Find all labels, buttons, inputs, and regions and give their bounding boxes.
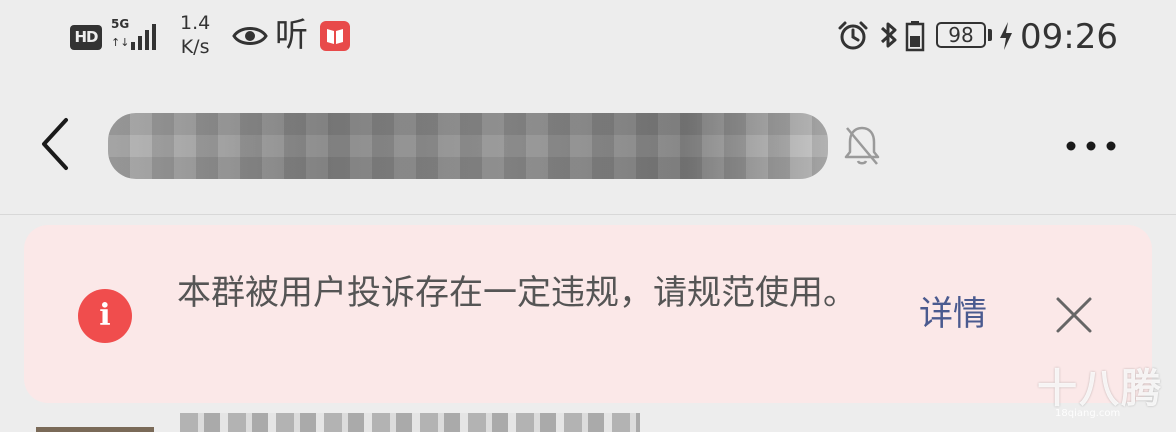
network-arrows: ↑↓ xyxy=(111,36,130,49)
chevron-left-icon xyxy=(42,118,68,170)
net-speed-unit: K/s xyxy=(180,36,210,58)
signal-icon xyxy=(131,24,156,50)
net-speed-value: 1.4 xyxy=(180,12,211,34)
net-speed: 1.4 K/s xyxy=(180,11,210,59)
battery-icon: 98 xyxy=(936,22,986,48)
status-bar: HD 5G ↑↓ 1.4 K/s 听 98 09:26 xyxy=(0,0,1176,76)
violation-message: 本群被用户投诉存在一定违规，请规范使用。 xyxy=(177,273,857,313)
message-preview-pixelated xyxy=(180,413,640,432)
site-watermark-url: 18qiang.com xyxy=(1055,408,1121,419)
back-button[interactable] xyxy=(30,106,86,182)
message-row-partial xyxy=(0,405,1176,432)
listen-icon: 听 xyxy=(275,15,308,54)
book-app-icon xyxy=(320,21,350,51)
more-dots-icon xyxy=(1066,141,1116,151)
bell-off-icon xyxy=(844,126,880,165)
hd-icon: HD xyxy=(70,25,102,50)
avatar xyxy=(36,427,154,432)
details-link[interactable]: 详情 xyxy=(919,291,987,337)
charging-icon xyxy=(1000,22,1012,50)
chat-header xyxy=(0,76,1176,215)
clock: 09:26 xyxy=(1020,17,1118,57)
violation-notice-banner: i 本群被用户投诉存在一定违规，请规范使用。 详情 xyxy=(24,225,1152,403)
network-type: 5G xyxy=(111,17,130,31)
battery-nub xyxy=(988,29,992,41)
book-glyph-icon xyxy=(327,29,343,44)
more-button[interactable] xyxy=(1058,126,1124,166)
close-icon xyxy=(1056,297,1092,333)
device-battery-icon xyxy=(905,21,925,52)
alarm-icon xyxy=(838,21,868,50)
info-alert-icon: i xyxy=(78,289,132,343)
eye-icon xyxy=(232,27,268,45)
close-banner-button[interactable] xyxy=(1054,295,1094,335)
group-title xyxy=(108,113,828,179)
bluetooth-icon xyxy=(880,22,897,48)
